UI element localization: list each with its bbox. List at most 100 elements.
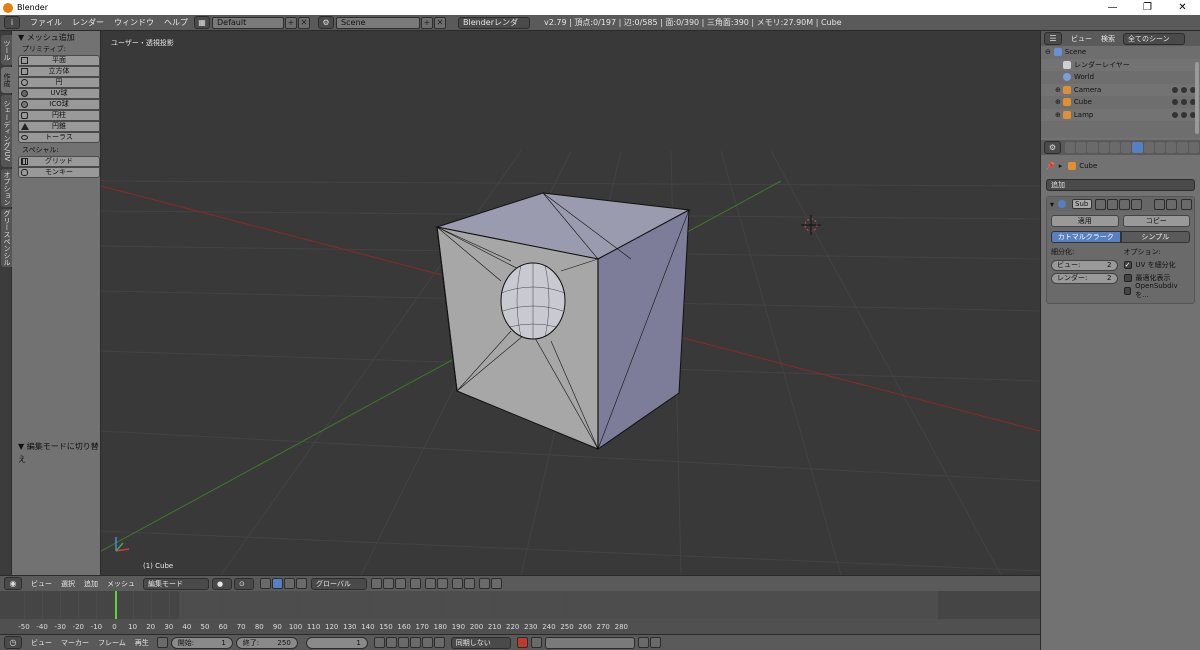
add-circle-button[interactable]: 円 [18,77,100,88]
add-torus-button[interactable]: トーラス [18,132,100,143]
layout-field[interactable]: Default [212,16,284,29]
mode-select[interactable]: 編集モード [143,577,209,590]
orientation-select[interactable]: グローバル [311,577,367,590]
outliner-item-world[interactable]: World [1041,71,1200,84]
simple-toggle[interactable]: シンプル [1120,231,1190,243]
remove-modifier-icon[interactable] [1181,198,1193,210]
viewport-menu-view[interactable]: ビュー [31,579,52,589]
jump-keyframe-forward-icon[interactable] [421,637,433,648]
delete-keyframe-icon[interactable] [649,637,661,648]
record-icon[interactable] [516,637,528,648]
render-levels-field[interactable]: レンダー: 2 [1051,273,1118,284]
scene-icon[interactable]: ⚙ [318,16,334,29]
pin-icon[interactable]: 📌 [1046,162,1055,170]
outliner-menu-view[interactable]: ビュー [1071,34,1092,44]
play-icon[interactable] [409,637,421,648]
add-plane-button[interactable]: 平面 [18,55,100,66]
timeline-ruler[interactable] [0,619,1040,634]
viewport-menu-mesh[interactable]: メッシュ [107,579,135,589]
editor-type-icon[interactable]: ◉ [4,577,22,590]
timeline-editor-icon[interactable]: ◷ [4,636,22,649]
add-grid-button[interactable]: グリッド [18,156,100,167]
3d-cursor-icon[interactable] [801,215,821,235]
add-layout-button[interactable]: + [285,16,297,29]
timeline-menu-marker[interactable]: マーカー [61,638,89,648]
scene-field[interactable]: Scene [336,16,420,29]
outliner-item-render-layers[interactable]: レンダーレイヤー [1041,58,1200,71]
add-cylinder-button[interactable]: 円柱 [18,110,100,121]
subdivide-uvs-checkbox[interactable]: ✓ UV を細分化 [1123,258,1191,271]
render-layers-tab-icon[interactable] [1076,142,1087,153]
layout-grid-icon[interactable]: ▦ [194,16,210,29]
outliner-item-cube[interactable]: ⊕ Cube [1041,96,1200,109]
show-render-icon[interactable] [1119,198,1131,210]
end-frame-field[interactable]: 終了: 250 [235,636,298,649]
tab-tools[interactable]: ツール [1,35,12,65]
show-viewport-icon[interactable] [1107,198,1119,210]
shading-select[interactable]: ● [212,577,232,590]
move-down-icon[interactable] [1166,198,1178,210]
outliner-scrollbar[interactable] [1195,62,1199,134]
viewport-menu-select[interactable]: 選択 [61,579,75,589]
render-tab-icon[interactable] [1064,142,1076,153]
catmull-clark-toggle[interactable]: カトマルクラーク [1051,231,1121,243]
visibility-toggles[interactable] [1172,99,1196,106]
preview-range-icon[interactable] [156,637,168,648]
insert-keyframe-icon[interactable] [637,637,649,648]
properties-editor-icon[interactable]: ⚙ [1044,141,1061,154]
outliner-item-camera[interactable]: ⊕ Camera [1041,83,1200,96]
xray-toggle-icon[interactable] [410,578,421,589]
timeline-editor[interactable]: -50 -40 -30 -20 -10 0 10 20 30 40 50 60 70 80 90 100 110… [0,591,1040,634]
material-tab-icon[interactable] [1154,142,1166,153]
add-ico-sphere-button[interactable]: ICO球 [18,99,100,110]
timeline-menu-frame[interactable]: フレーム [98,638,126,648]
constraints-tab-icon[interactable] [1121,142,1132,153]
keying-set-icon[interactable] [530,637,542,648]
play-reverse-icon[interactable] [397,637,409,648]
vertex-select-icon[interactable] [371,578,382,589]
keying-set-field[interactable] [544,636,635,649]
jump-keyframe-back-icon[interactable] [385,637,397,648]
move-up-icon[interactable] [1154,198,1166,210]
timeline-menu-view[interactable]: ビュー [31,638,52,648]
apply-button[interactable]: 適用 [1051,215,1119,227]
outliner-item-scene[interactable]: ⊖ Scene [1041,46,1200,59]
physics-tab-icon[interactable] [1188,142,1199,153]
timeline-menu-playback[interactable]: 再生 [135,638,149,648]
particles-tab-icon[interactable] [1177,142,1188,153]
face-select-icon[interactable] [395,578,406,589]
outliner[interactable]: ⊖ Scene レンダーレイヤー World ⊕ Camera ⊕ Cube ⊕ Lam… [1041,46,1200,138]
add-cube-button[interactable]: 立方体 [18,66,100,77]
opengl-render-icon[interactable] [491,578,502,589]
snap-toggle-icon[interactable] [452,578,463,589]
sync-select[interactable]: 同期しない [450,636,511,649]
tab-create[interactable]: 作成 [1,67,12,93]
render-preview-icon[interactable] [479,578,490,589]
menu-window[interactable]: ウィンドウ [114,17,154,28]
outliner-editor-icon[interactable]: ☰ [1044,32,1062,45]
jump-start-icon[interactable] [373,637,385,648]
menu-help[interactable]: ヘルプ [164,17,188,28]
tab-options[interactable]: オプション [1,169,12,207]
copy-button[interactable]: コピー [1122,215,1190,227]
cube-mesh[interactable] [435,192,691,450]
tab-grease-pencil[interactable]: グリースペンシル [1,209,12,267]
maximize-button[interactable]: ❐ [1130,0,1165,15]
snap-element-icon[interactable] [464,578,475,589]
menu-render[interactable]: レンダー [72,17,104,28]
manipulator-toggle-icon[interactable] [260,578,271,589]
jump-end-icon[interactable] [433,637,445,648]
scene-tab-icon[interactable] [1087,142,1098,153]
menu-file[interactable]: ファイル [30,17,62,28]
add-scene-button[interactable]: + [421,16,433,29]
add-monkey-button[interactable]: モンキー [18,167,100,178]
render-engine-select[interactable]: Blenderレンダー [458,16,530,37]
texture-tab-icon[interactable] [1166,142,1177,153]
operator-panel-header[interactable]: ▼ 編集モードに切り替え [12,440,100,464]
add-modifier-select[interactable]: 追加 [1046,179,1195,191]
remove-layout-button[interactable]: ✕ [298,16,310,29]
opensubdiv-checkbox[interactable]: OpenSubdiv を... [1123,282,1191,299]
add-cone-button[interactable]: 円錐 [18,121,100,132]
modifier-name-field[interactable]: Sub [1072,199,1093,209]
add-uv-sphere-button[interactable]: UV球 [18,88,100,99]
